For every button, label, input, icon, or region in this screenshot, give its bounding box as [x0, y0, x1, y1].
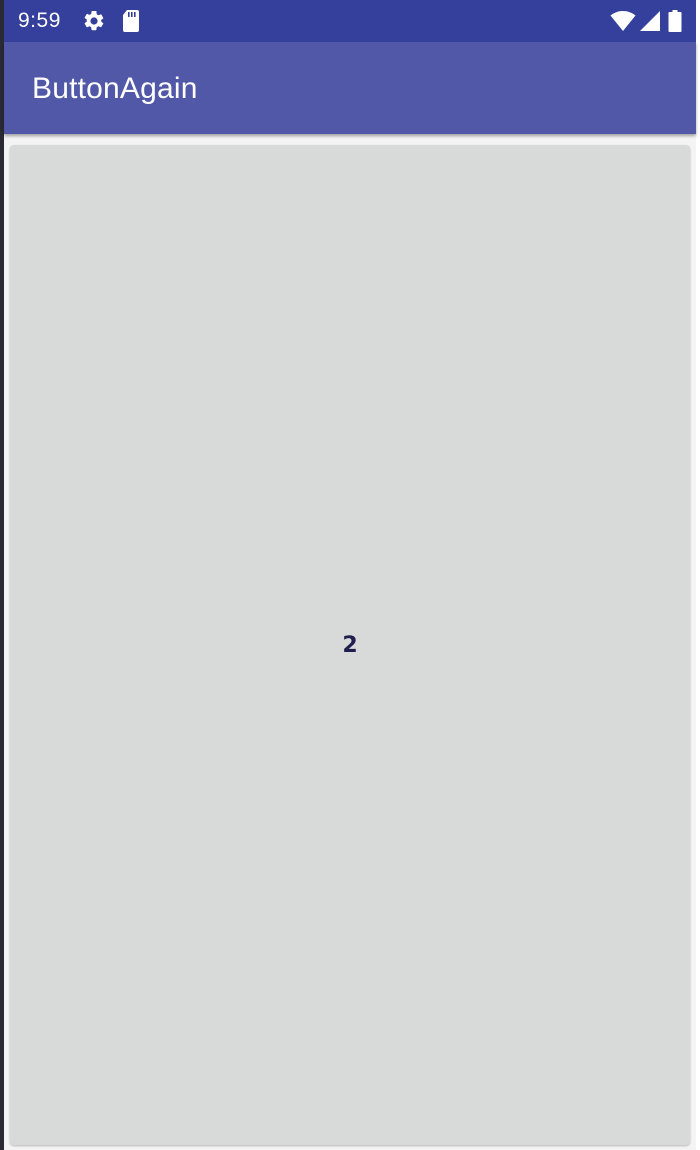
counter-button[interactable]: 2	[10, 145, 690, 1145]
counter-button-label: 2	[342, 632, 358, 658]
app-bar: ButtonAgain	[4, 42, 696, 134]
status-bar: 9:59	[4, 0, 696, 42]
app-title: ButtonAgain	[32, 72, 198, 105]
sd-card-icon	[123, 10, 139, 32]
cell-signal-icon	[640, 11, 660, 31]
status-time: 9:59	[18, 9, 61, 32]
main-content: 2	[4, 134, 696, 1150]
wifi-icon	[610, 11, 636, 31]
battery-icon	[668, 10, 682, 32]
settings-gear-icon	[84, 10, 104, 31]
